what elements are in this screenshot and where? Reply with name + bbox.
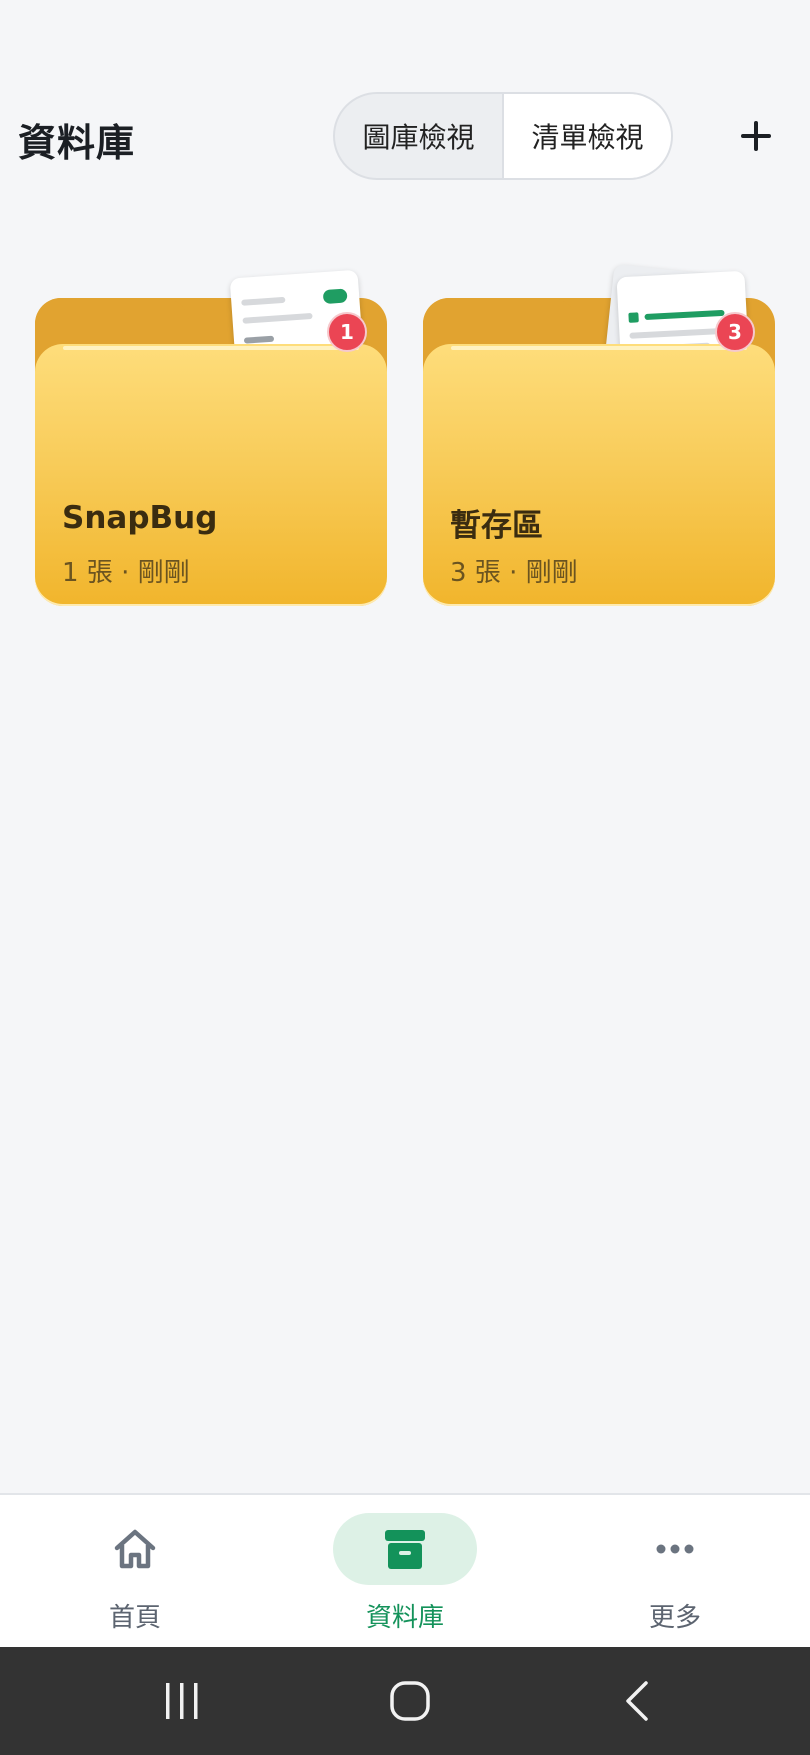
bottom-navigation: 首頁 資料庫 更多 [0, 1493, 810, 1647]
folder-name: SnapBug [62, 500, 218, 536]
nav-label: 更多 [648, 1603, 701, 1633]
folder-meta: 1 張 · 剛剛 [62, 558, 190, 588]
more-icon [656, 1544, 694, 1554]
nav-icon-container [63, 1513, 207, 1585]
back-icon [626, 1681, 648, 1721]
plus-icon [741, 121, 771, 151]
back-button[interactable] [598, 1669, 678, 1733]
header: 資料庫 圖庫檢視 清單檢視 [0, 0, 810, 240]
page-title: 資料庫 [18, 121, 136, 165]
recents-button[interactable] [142, 1669, 222, 1733]
nav-icon-container [333, 1513, 477, 1585]
nav-label: 首頁 [108, 1603, 161, 1633]
nav-label: 資料庫 [365, 1603, 444, 1633]
nav-item-more[interactable]: 更多 [540, 1495, 810, 1647]
nav-icon-container [603, 1513, 747, 1585]
system-navigation-bar [0, 1647, 810, 1755]
nav-item-home[interactable]: 首頁 [0, 1495, 270, 1647]
folder-front: 暫存區 3 張 · 剛剛 [423, 344, 775, 606]
folder-meta: 3 張 · 剛剛 [450, 558, 578, 588]
list-view-tab[interactable]: 清單檢視 [502, 94, 671, 178]
add-button[interactable] [732, 110, 780, 162]
count-badge: 1 [327, 312, 367, 352]
view-toggle: 圖庫檢視 清單檢視 [333, 92, 673, 180]
folder-card-snapbug[interactable]: 1 SnapBug 1 張 · 剛剛 [35, 240, 387, 606]
archive-icon [385, 1530, 425, 1569]
recents-icon [166, 1683, 198, 1719]
count-badge: 3 [715, 312, 755, 352]
folder-grid: 1 SnapBug 1 張 · 剛剛 3 暫存區 3 張 · 剛剛 [0, 240, 810, 620]
home-button[interactable] [370, 1669, 450, 1733]
home-icon [114, 1529, 156, 1569]
home-button-icon [390, 1681, 430, 1721]
gallery-view-tab[interactable]: 圖庫檢視 [335, 94, 502, 178]
folder-name: 暫存區 [450, 508, 543, 544]
folder-card-temp[interactable]: 3 暫存區 3 張 · 剛剛 [423, 240, 775, 606]
nav-item-library[interactable]: 資料庫 [270, 1495, 540, 1647]
folder-front: SnapBug 1 張 · 剛剛 [35, 344, 387, 606]
